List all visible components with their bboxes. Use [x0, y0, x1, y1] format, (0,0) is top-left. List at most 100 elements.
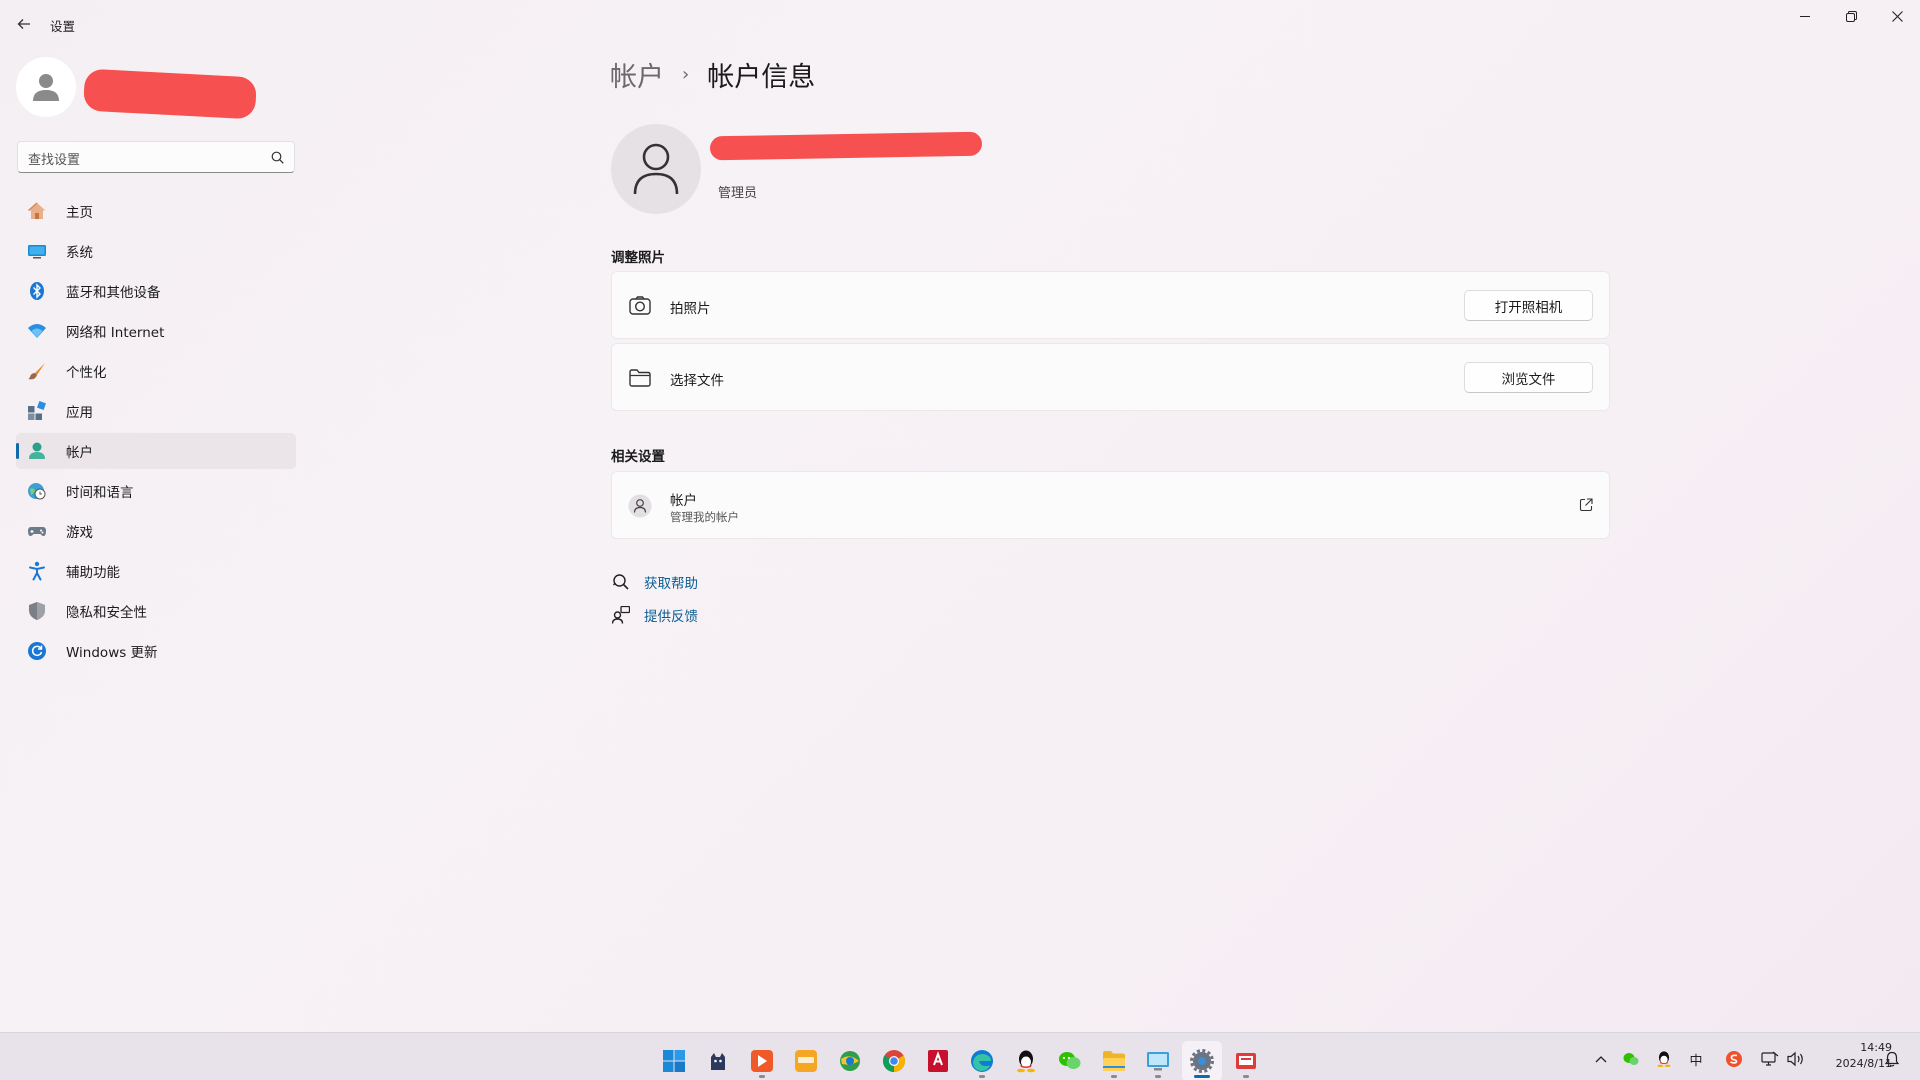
search-input[interactable]: 查找设置: [17, 141, 295, 173]
enjoy-app-icon[interactable]: [786, 1041, 826, 1080]
person-circle-icon: [628, 494, 652, 518]
arrow-left-icon[interactable]: [10, 10, 38, 38]
clock-date: 2024/8/11: [1835, 1057, 1892, 1070]
sidebar-item-windows-update[interactable]: Windows 更新: [16, 633, 296, 669]
feedback-icon: [611, 605, 631, 625]
minimize-icon[interactable]: [1782, 0, 1828, 32]
person-icon: [33, 74, 59, 101]
system-monitor-icon: [26, 240, 48, 262]
title-bar: 设置: [0, 0, 1920, 46]
sidebar-item-label: 应用: [66, 405, 93, 421]
sidebar-item-system[interactable]: 系统: [16, 233, 296, 269]
sidebar-item-label: Windows 更新: [66, 645, 158, 661]
sidebar-item-label: 隐私和安全性: [66, 605, 147, 621]
settings-gear-icon[interactable]: [1182, 1041, 1222, 1080]
sidebar-item-label: 游戏: [66, 525, 93, 541]
sidebar-item-label: 系统: [66, 245, 93, 261]
shield-icon: [26, 600, 48, 622]
related-accounts-label: 帐户: [670, 493, 697, 509]
take-photo-label: 拍照片: [670, 301, 711, 317]
sogou-icon[interactable]: [1722, 1047, 1746, 1071]
sidebar-item-accounts[interactable]: 帐户: [16, 433, 296, 469]
search-icon[interactable]: [271, 149, 284, 168]
sidebar-item-accessibility[interactable]: 辅助功能: [16, 553, 296, 589]
get-help-link[interactable]: 获取帮助: [611, 572, 698, 592]
clock-time: 14:49: [1860, 1041, 1892, 1054]
sidebar-item-privacy-security[interactable]: 隐私和安全性: [16, 593, 296, 629]
search-placeholder: 查找设置: [28, 153, 81, 168]
sidebar-item-gaming[interactable]: 游戏: [16, 513, 296, 549]
sidebar-item-bluetooth[interactable]: 蓝牙和其他设备: [16, 273, 296, 309]
volume-icon[interactable]: [1784, 1047, 1808, 1071]
window-title: 设置: [50, 19, 76, 34]
ime-icon[interactable]: 中: [1684, 1047, 1708, 1071]
sidebar-item-personalization[interactable]: 个性化: [16, 353, 296, 389]
qq-icon[interactable]: [1006, 1041, 1046, 1080]
breadcrumb-parent[interactable]: 帐户: [610, 55, 664, 94]
cat-app-icon[interactable]: [698, 1041, 738, 1080]
running-indicator: [979, 1075, 985, 1078]
taskbar: 中: [0, 1032, 1920, 1080]
get-help-label[interactable]: 获取帮助: [644, 572, 698, 592]
bluetooth-icon: [26, 280, 48, 302]
sidebar-item-home[interactable]: 主页: [16, 193, 296, 229]
give-feedback-label[interactable]: 提供反馈: [644, 605, 698, 625]
gamepad-icon: [26, 520, 48, 542]
related-accounts-row[interactable]: 帐户 管理我的帐户: [611, 471, 1610, 539]
chrome-icon[interactable]: [874, 1041, 914, 1080]
chevron-up-icon[interactable]: [1589, 1047, 1613, 1071]
section-title-related-settings: 相关设置: [611, 449, 665, 465]
taskbar-clock[interactable]: 14:49 2024/8/11: [1812, 1040, 1892, 1072]
related-accounts-sublabel: 管理我的帐户: [670, 510, 739, 524]
video-app-icon[interactable]: [742, 1041, 782, 1080]
open-external-icon[interactable]: [1579, 497, 1593, 516]
take-photo-row: 拍照片 打开照相机: [611, 271, 1610, 339]
give-feedback-link[interactable]: 提供反馈: [611, 605, 698, 625]
avatar: [16, 57, 76, 117]
qq-tray-icon[interactable]: [1652, 1047, 1676, 1071]
start-icon[interactable]: [654, 1041, 694, 1080]
section-title-adjust-photo: 调整照片: [611, 250, 665, 266]
sidebar-item-apps[interactable]: 应用: [16, 393, 296, 429]
folder-icon: [628, 366, 652, 390]
close-icon[interactable]: [1874, 0, 1920, 32]
home-icon: [26, 200, 48, 222]
sidebar-item-label: 辅助功能: [66, 565, 120, 581]
account-avatar: [611, 124, 701, 214]
file-explorer-icon[interactable]: [1094, 1041, 1134, 1080]
sidebar-item-time-language[interactable]: 时间和语言: [16, 473, 296, 509]
redacted-user-name: [83, 68, 257, 120]
wifi-icon: [26, 320, 48, 342]
choose-file-row: 选择文件 浏览文件: [611, 343, 1610, 411]
sidebar-item-network[interactable]: 网络和 Internet: [16, 313, 296, 349]
sidebar-item-label: 蓝牙和其他设备: [66, 285, 161, 301]
network-icon[interactable]: [1758, 1047, 1782, 1071]
brush-icon: [26, 360, 48, 382]
profile-header: [16, 57, 306, 123]
running-indicator: [1111, 1075, 1117, 1078]
wechat-icon[interactable]: [1050, 1041, 1090, 1080]
running-indicator: [1194, 1075, 1210, 1078]
sidebar-item-label: 个性化: [66, 365, 107, 381]
toolbox-app-icon[interactable]: [1226, 1041, 1266, 1080]
camera-icon: [628, 294, 652, 318]
breadcrumb: 帐户 › 帐户信息: [610, 55, 815, 94]
page-title: 帐户信息: [707, 62, 816, 93]
settings-window: 设置 查找设置 主页 系统 蓝牙和其他设备 网络和 Internet 个性化 应…: [0, 0, 1920, 1032]
sidebar-item-label: 时间和语言: [66, 485, 134, 501]
sidebar-nav: 主页 系统 蓝牙和其他设备 网络和 Internet 个性化 应用 帐户 时间和…: [16, 193, 296, 673]
active-indicator: [16, 443, 19, 459]
browser-globe-icon[interactable]: [830, 1041, 870, 1080]
open-camera-button[interactable]: 打开照相机: [1464, 290, 1593, 321]
autocad-icon[interactable]: [918, 1041, 958, 1080]
wechat-tray-icon[interactable]: [1619, 1047, 1643, 1071]
breadcrumb-separator: ›: [682, 64, 690, 85]
running-indicator: [1155, 1075, 1161, 1078]
edge-icon[interactable]: [962, 1041, 1002, 1080]
help-chat-icon: [611, 572, 631, 592]
browse-files-button[interactable]: 浏览文件: [1464, 362, 1593, 393]
globe-clock-icon: [26, 480, 48, 502]
remote-desktop-icon[interactable]: [1138, 1041, 1178, 1080]
restore-icon[interactable]: [1828, 0, 1874, 32]
sidebar-item-label: 网络和 Internet: [66, 325, 165, 341]
